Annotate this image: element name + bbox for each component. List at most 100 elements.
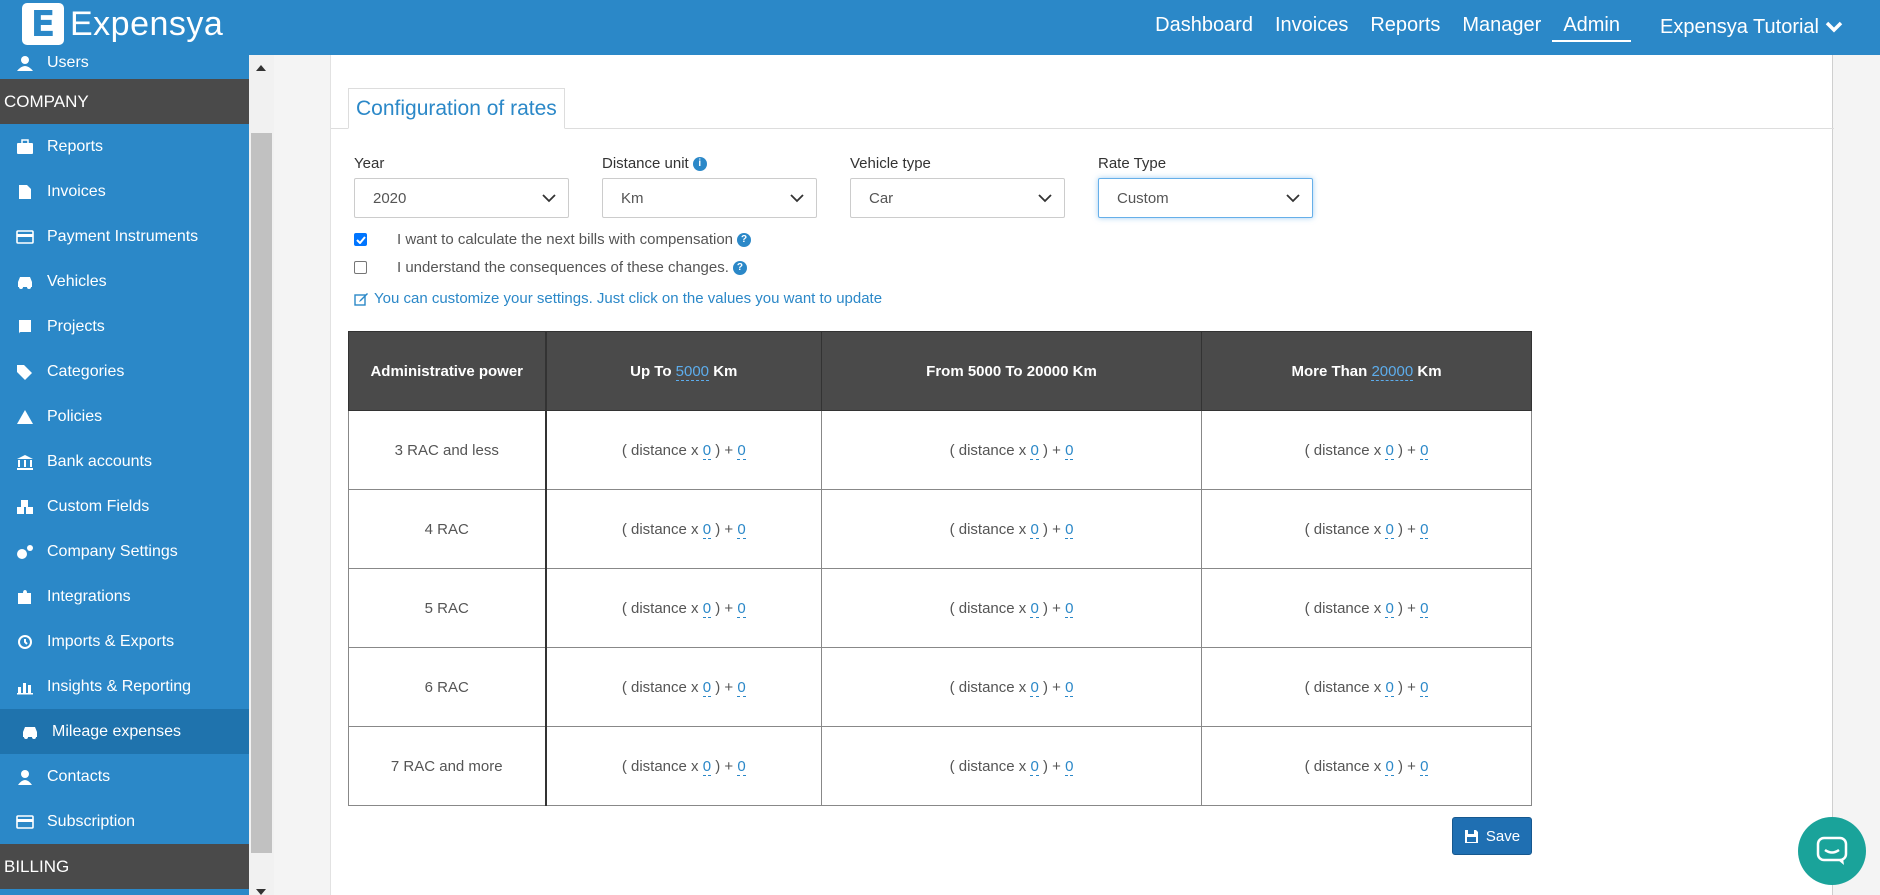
section-company: COMPANY xyxy=(0,79,249,124)
formula-cell: ( distance x 0 ) + 0 xyxy=(821,410,1202,490)
rate-constant-editable[interactable]: 0 xyxy=(1420,757,1429,776)
chevron-down-icon xyxy=(1038,193,1052,202)
nav-dashboard[interactable]: Dashboard xyxy=(1144,12,1264,42)
sidebar-item-payment-instruments[interactable]: Payment Instruments xyxy=(0,214,249,259)
sidebar-item-integrations[interactable]: Integrations xyxy=(0,574,249,619)
rate-coefficient-editable[interactable]: 0 xyxy=(1385,520,1394,539)
help-icon[interactable]: ? xyxy=(737,232,752,247)
year-select[interactable]: 2020 xyxy=(354,178,569,218)
formula-plus: ) + xyxy=(715,599,734,617)
formula-prefix: ( distance x xyxy=(621,599,699,617)
rate-constant-editable[interactable]: 0 xyxy=(737,599,746,618)
user-menu[interactable]: Expensya Tutorial xyxy=(1649,12,1854,42)
rate-coefficient-editable[interactable]: 0 xyxy=(1385,599,1394,618)
chat-button[interactable] xyxy=(1798,817,1866,885)
rate-coefficient-editable[interactable]: 0 xyxy=(1030,757,1039,776)
nav-invoices[interactable]: Invoices xyxy=(1264,12,1359,42)
rate-coefficient-editable[interactable]: 0 xyxy=(1385,441,1394,460)
rate-type-select[interactable]: Custom xyxy=(1098,178,1313,218)
rate-coefficient-editable[interactable]: 0 xyxy=(702,757,712,776)
formula-cell: ( distance x 0 ) + 0 xyxy=(545,489,822,569)
rate-constant-editable[interactable]: 0 xyxy=(1065,441,1074,460)
book-icon xyxy=(15,318,35,336)
formula-prefix: ( distance x xyxy=(621,441,699,459)
sidebar-scrollbar[interactable] xyxy=(249,55,274,895)
formula-prefix: ( distance x xyxy=(949,520,1027,538)
sidebar-item-imports-exports[interactable]: Imports & Exports xyxy=(0,619,249,664)
formula-plus: ) + xyxy=(1397,678,1416,696)
tab-configuration-of-rates[interactable]: Configuration of rates xyxy=(348,88,565,129)
rate-constant-editable[interactable]: 0 xyxy=(737,441,746,460)
rate-constant-editable[interactable]: 0 xyxy=(1065,757,1074,776)
nav-reports[interactable]: Reports xyxy=(1359,12,1451,42)
distance-unit-select[interactable]: Km xyxy=(602,178,817,218)
formula-prefix: ( distance x xyxy=(1304,678,1382,696)
rate-coefficient-editable[interactable]: 0 xyxy=(1385,678,1394,697)
sidebar-item-company-settings[interactable]: Company Settings xyxy=(0,529,249,574)
vehicle-type-select[interactable]: Car xyxy=(850,178,1065,218)
sidebar-item-users[interactable]: Users xyxy=(0,55,249,79)
rate-constant-editable[interactable]: 0 xyxy=(1420,441,1429,460)
sidebar-item-subscription[interactable]: Subscription xyxy=(0,799,249,844)
sidebar-item-invoices[interactable]: Invoices xyxy=(0,169,249,214)
save-button[interactable]: Save xyxy=(1452,817,1532,855)
sidebar-item-projects[interactable]: Projects xyxy=(0,304,249,349)
sidebar-item-label: Subscription xyxy=(47,812,136,830)
rate-constant-editable[interactable]: 0 xyxy=(1420,520,1429,539)
scroll-down-arrow-icon[interactable] xyxy=(256,889,266,895)
rate-constant-editable[interactable]: 0 xyxy=(737,678,746,697)
floppy-disk-icon xyxy=(1464,829,1478,843)
formula-cell: ( distance x 0 ) + 0 xyxy=(1201,726,1532,806)
logo[interactable]: E Expensya xyxy=(22,3,223,45)
rate-coefficient-editable[interactable]: 0 xyxy=(702,520,712,539)
rate-constant-editable[interactable]: 0 xyxy=(1065,678,1074,697)
sidebar-item-reports[interactable]: Reports xyxy=(0,124,249,169)
up-to-value-editable[interactable]: 5000 xyxy=(675,362,710,381)
rate-constant-editable[interactable]: 0 xyxy=(1065,520,1074,539)
formula-prefix: ( distance x xyxy=(621,757,699,775)
rate-constant-editable[interactable]: 0 xyxy=(1420,678,1429,697)
formula-cell: ( distance x 0 ) + 0 xyxy=(1201,489,1532,569)
rate-coefficient-editable[interactable]: 0 xyxy=(702,441,712,460)
compensation-row: I want to calculate the next bills with … xyxy=(354,231,752,248)
sidebar-item-vehicles[interactable]: Vehicles xyxy=(0,259,249,304)
sidebar-item-label: Custom Fields xyxy=(47,497,150,515)
formula-cell: ( distance x 0 ) + 0 xyxy=(545,410,822,490)
sidebar-item-label: Company Settings xyxy=(47,542,178,560)
sidebar-item-insights-reporting[interactable]: Insights & Reporting xyxy=(0,664,249,709)
sidebar-item-contacts[interactable]: Contacts xyxy=(0,754,249,799)
nav-manager[interactable]: Manager xyxy=(1451,12,1552,42)
rate-constant-editable[interactable]: 0 xyxy=(737,520,746,539)
save-label: Save xyxy=(1485,827,1521,845)
rate-coefficient-editable[interactable]: 0 xyxy=(702,678,712,697)
rate-coefficient-editable[interactable]: 0 xyxy=(1030,520,1039,539)
formula-cell: ( distance x 0 ) + 0 xyxy=(1201,410,1532,490)
rate-coefficient-editable[interactable]: 0 xyxy=(702,599,712,618)
rate-constant-editable[interactable]: 0 xyxy=(1420,599,1429,618)
info-icon[interactable]: i xyxy=(692,156,707,171)
car-icon xyxy=(20,723,40,741)
scroll-up-arrow-icon[interactable] xyxy=(256,65,266,71)
rate-constant-editable[interactable]: 0 xyxy=(737,757,746,776)
sidebar-item-custom-fields[interactable]: Custom Fields xyxy=(0,484,249,529)
help-icon[interactable]: ? xyxy=(732,260,747,275)
formula-prefix: ( distance x xyxy=(1304,520,1382,538)
consequences-checkbox[interactable] xyxy=(354,261,367,274)
sidebar: Users COMPANY Reports Invoices Payment Ins… xyxy=(0,55,249,895)
rate-constant-editable[interactable]: 0 xyxy=(1065,599,1074,618)
formula-plus: ) + xyxy=(1042,678,1061,696)
sidebar-item-policies[interactable]: Policies xyxy=(0,394,249,439)
users-icon xyxy=(15,55,35,72)
compensation-checkbox[interactable] xyxy=(354,233,367,246)
scroll-thumb[interactable] xyxy=(251,133,272,853)
sidebar-item-mileage-expenses[interactable]: Mileage expenses xyxy=(0,709,249,754)
sidebar-item-categories[interactable]: Categories xyxy=(0,349,249,394)
sidebar-item-bank-accounts[interactable]: Bank accounts xyxy=(0,439,249,484)
rate-coefficient-editable[interactable]: 0 xyxy=(1030,441,1039,460)
chat-icon xyxy=(1816,836,1848,865)
rate-coefficient-editable[interactable]: 0 xyxy=(1385,757,1394,776)
nav-admin[interactable]: Admin xyxy=(1552,12,1632,42)
rate-coefficient-editable[interactable]: 0 xyxy=(1030,678,1039,697)
more-than-value-editable[interactable]: 20000 xyxy=(1371,362,1414,381)
rate-coefficient-editable[interactable]: 0 xyxy=(1030,599,1039,618)
